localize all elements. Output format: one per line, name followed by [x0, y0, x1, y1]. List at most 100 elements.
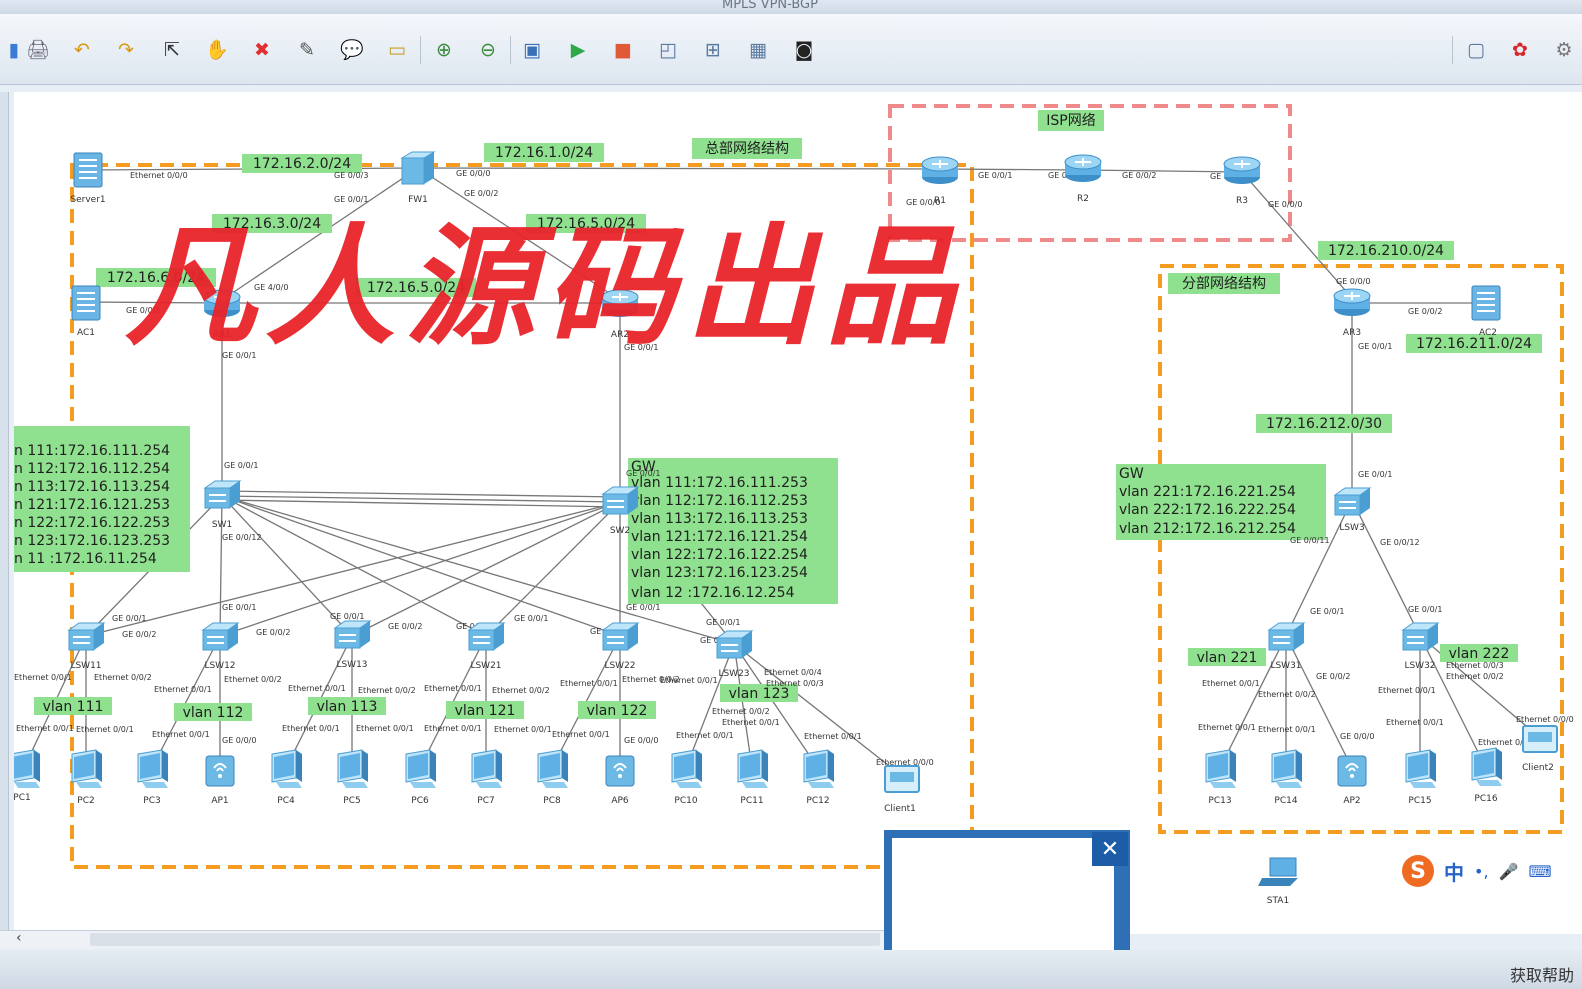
fit-icon[interactable]: ▣ — [518, 36, 546, 64]
device-lsw21[interactable]: LSW21 — [468, 622, 505, 671]
chat-icon[interactable]: ▢ — [1462, 36, 1490, 64]
device-sw1[interactable]: SW1 — [204, 480, 241, 530]
vlan-tag: vlan 121 — [455, 703, 516, 719]
device-pc11[interactable]: PC11 — [737, 749, 769, 806]
device-label: PC4 — [277, 796, 295, 806]
device-ar3[interactable]: AR3 — [1333, 288, 1371, 338]
zoom-out-icon[interactable]: ⊖ — [474, 36, 502, 64]
device-label: R3 — [1236, 196, 1248, 206]
stop-device-icon[interactable]: ■ — [609, 36, 637, 64]
device-pc3[interactable]: PC3 — [137, 749, 169, 806]
device-ap1[interactable]: AP1 — [205, 755, 235, 806]
device-client1[interactable]: Client1 — [884, 765, 920, 814]
topology-canvas[interactable]: 172.16.2.0/24 172.16.1.0/24 172.16.3.0/2… — [9, 92, 1582, 934]
device-label: FW1 — [408, 195, 428, 205]
port-label: GE 0/0/2 — [388, 622, 422, 631]
select-icon[interactable]: ⇱ — [158, 36, 186, 64]
ime-punctuation[interactable]: •, — [1474, 862, 1489, 881]
device-lsw23[interactable]: LSW23 — [716, 630, 753, 679]
port-label: GE 0/0/11 — [1290, 536, 1330, 545]
device-pc14[interactable]: PC14 — [1271, 749, 1303, 806]
port-label: GE 0/0/0 — [1336, 277, 1370, 286]
device-label: AC1 — [77, 328, 95, 338]
port-label: GE 0/0/1 — [514, 614, 548, 623]
device-pc4[interactable]: PC4 — [271, 749, 303, 806]
device-label: PC10 — [674, 796, 697, 806]
device-label: LSW22 — [604, 661, 635, 671]
delete-icon[interactable]: ✖ — [248, 36, 276, 64]
device-pc1[interactable]: PC1 — [9, 749, 41, 803]
device-pc8[interactable]: PC8 — [537, 749, 569, 806]
device-pc2[interactable]: PC2 — [71, 749, 103, 806]
toolbar: ▮ 🖨 ↶ ↷ ⇱ ✋ ✖ ✎ 💬 ▭ ⊕ ⊖ ▣ ▶ ■ ◰ ⊞ ▦ ◙ ▢ … — [0, 14, 1582, 85]
gw-line: vlan 12 :172.16.12.254 — [631, 585, 795, 601]
device-pc5[interactable]: PC5 — [337, 749, 369, 806]
device-fw1[interactable]: FW1 — [401, 151, 435, 205]
device-label: LSW31 — [1270, 661, 1301, 671]
device-lsw22[interactable]: LSW22 — [602, 622, 639, 671]
watermark-text: 凡人源码出品 — [125, 211, 965, 363]
close-icon[interactable]: ✕ — [1092, 832, 1128, 866]
rectangle-icon[interactable]: ▭ — [383, 36, 411, 64]
clear-icon[interactable]: ✎ — [293, 36, 321, 64]
save-icon[interactable]: 🖨 — [24, 36, 52, 64]
gw-line: vlan 221:172.16.221.254 — [1119, 484, 1296, 500]
device-pc6[interactable]: PC6 — [405, 749, 437, 806]
start-device-icon[interactable]: ▶ — [564, 36, 592, 64]
scrollbar-thumb[interactable] — [90, 933, 880, 946]
device-pc12[interactable]: PC12 — [803, 749, 835, 806]
device-lsw31[interactable]: LSW31 — [1268, 622, 1305, 671]
zoom-in-icon[interactable]: ⊕ — [430, 36, 458, 64]
device-pc10[interactable]: PC10 — [671, 749, 703, 806]
device-ap2[interactable]: AP2 — [1337, 755, 1367, 806]
device-label: AP1 — [211, 796, 228, 806]
device-label: Client2 — [1522, 763, 1554, 773]
device-pc13[interactable]: PC13 — [1205, 749, 1237, 806]
device-server1[interactable]: Server1 — [70, 152, 106, 205]
horizontal-scrollbar[interactable]: ‹ — [0, 930, 886, 949]
port-label: GE 0/0/2 — [256, 628, 290, 637]
port-label: Ethernet 0/0/1 — [494, 725, 552, 734]
port-label: GE 0/0/1 — [1310, 607, 1344, 616]
settings-icon[interactable]: ⚙ — [1550, 36, 1578, 64]
scroll-left-icon[interactable]: ‹ — [16, 930, 22, 946]
undo-icon[interactable]: ↶ — [68, 36, 96, 64]
device-sta1[interactable]: STA1 — [1257, 857, 1299, 906]
gw-line: vlan 222:172.16.222.254 — [1119, 502, 1296, 518]
device-label: PC8 — [543, 796, 561, 806]
gw-header: GW — [1119, 466, 1144, 482]
device-lsw11[interactable]: LSW11 — [68, 622, 105, 671]
keyboard-icon[interactable]: ⌨ — [1528, 862, 1551, 881]
device-lsw13[interactable]: LSW13 — [334, 620, 371, 670]
text-label-icon[interactable]: 💬 — [338, 36, 366, 64]
device-pc16[interactable]: PC16 — [1471, 747, 1503, 804]
topology-icon[interactable]: ⊞ — [699, 36, 727, 64]
device-r3[interactable]: R3 — [1223, 156, 1261, 206]
vlan-tag: vlan 112 — [183, 705, 244, 721]
help-link[interactable]: 获取帮助 — [1510, 962, 1574, 986]
device-ac1[interactable]: AC1 — [71, 285, 101, 338]
port-label: GE 0/0/1 — [330, 612, 364, 621]
huawei-logo-icon[interactable]: ✿ — [1506, 36, 1534, 64]
redo-icon[interactable]: ↷ — [112, 36, 140, 64]
device-lsw12[interactable]: LSW12 — [202, 622, 239, 671]
ime-mode[interactable]: 中 — [1444, 857, 1464, 886]
device-label: PC2 — [77, 796, 94, 806]
microphone-icon[interactable]: 🎤 — [1499, 862, 1519, 881]
ime-toolbar[interactable]: S 中 •, 🎤 ⌨ — [1402, 852, 1582, 890]
port-label: Ethernet 0/0/1 — [356, 724, 414, 733]
device-pc15[interactable]: PC15 — [1405, 749, 1437, 806]
pan-hand-icon[interactable]: ✋ — [203, 36, 231, 64]
device-client2[interactable]: Client2 — [1522, 725, 1558, 773]
vlan-tag: vlan 123 — [729, 686, 790, 702]
device-pc7[interactable]: PC7 — [471, 749, 503, 806]
grid-icon[interactable]: ▦ — [744, 36, 772, 64]
capture-icon[interactable]: ◰ — [654, 36, 682, 64]
device-ac2[interactable]: AC2 — [1471, 285, 1501, 338]
console-icon[interactable]: ◙ — [790, 36, 818, 64]
port-label: Ethernet 0/0/2 — [1446, 672, 1504, 681]
device-r2[interactable]: R2 — [1064, 154, 1102, 204]
device-label: LSW21 — [470, 661, 501, 671]
sogou-logo-icon[interactable]: S — [1402, 855, 1434, 887]
device-ap6[interactable]: AP6 — [605, 755, 635, 806]
